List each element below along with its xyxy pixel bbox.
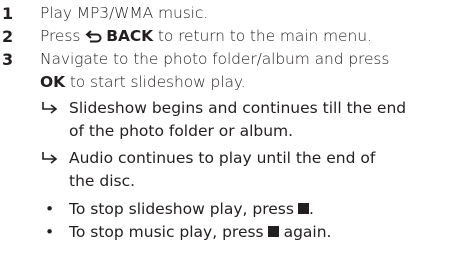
result-arrow-icon (42, 102, 58, 114)
step-text-rest: to start slideshow play. (69, 73, 246, 91)
result-text-line-2: the disc. (69, 172, 136, 190)
bullet-dot-icon: • (45, 223, 55, 241)
step-text-line-2: OK to start slideshow play. (40, 71, 246, 94)
back-arrow-icon (85, 30, 102, 43)
step-text-before: Press (40, 27, 81, 45)
result-text-line-2: of the photo folder or album. (69, 122, 294, 140)
step-text-line-1: Navigate to the photo folder/album and p… (40, 50, 390, 68)
result-text-line-1: Slideshow begins and continues till the … (69, 99, 407, 117)
step-number: 1 (2, 4, 14, 23)
back-key-label: BACK (106, 27, 154, 45)
step-number: 2 (2, 27, 14, 46)
bullet-text-after: . (308, 200, 314, 218)
result-arrow-icon (42, 152, 58, 164)
stop-icon (297, 203, 309, 214)
step-text-after: to return to the main menu. (157, 27, 372, 45)
step-text: Press BACK to return to the main menu. (40, 25, 372, 48)
bullet-text-main: To stop slideshow play, press (69, 200, 294, 218)
step-text: Play MP3/WMA music. (40, 4, 209, 22)
ok-key-label: OK (40, 73, 65, 91)
bullet-text: To stop music play, press again. (69, 221, 331, 244)
result-text-line-1: Audio continues to play until the end of (69, 149, 376, 167)
bullet-text: To stop slideshow play, press. (69, 198, 314, 221)
step-number: 3 (2, 50, 14, 69)
bullet-dot-icon: • (45, 200, 55, 218)
bullet-text-main: To stop music play, press (69, 223, 264, 241)
bullet-text-after: again. (283, 223, 332, 241)
stop-icon (267, 226, 279, 237)
